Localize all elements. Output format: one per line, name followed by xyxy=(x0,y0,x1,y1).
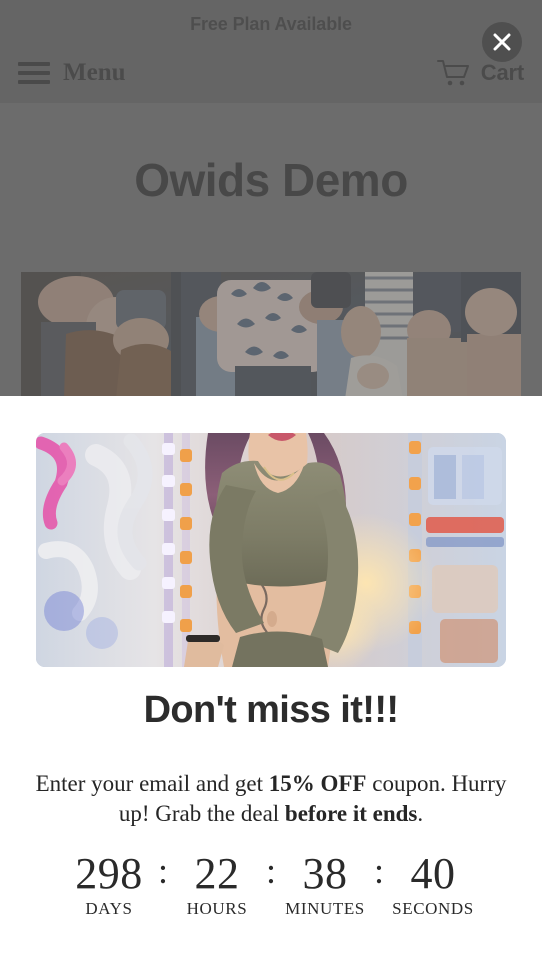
countdown-seconds: 40 SECONDS xyxy=(390,849,476,919)
popup-image xyxy=(36,433,506,667)
popup-urgency-text: before it ends xyxy=(284,801,418,827)
countdown-days-label: DAYS xyxy=(85,899,133,919)
countdown-days-value: 298 xyxy=(75,849,143,898)
countdown-separator-3: : xyxy=(374,851,385,891)
email-capture-popup: Don't miss it!!! Enter your email and ge… xyxy=(0,396,542,964)
countdown-timer: 298 DAYS : 22 HOURS : 38 MINUTES : 40 SE… xyxy=(0,849,542,919)
popup-subtext: Enter your email and get 15% OFF coupon.… xyxy=(30,769,512,830)
close-popup-button[interactable] xyxy=(482,22,522,62)
countdown-minutes-label: MINUTES xyxy=(285,899,365,919)
popup-subtext-part3: . xyxy=(417,801,424,827)
countdown-seconds-value: 40 xyxy=(410,849,456,898)
countdown-hours-label: HOURS xyxy=(186,899,248,919)
countdown-minutes-value: 38 xyxy=(302,849,348,898)
popup-subtext-part1: Enter your email and get xyxy=(35,771,269,796)
countdown-hours: 22 HOURS xyxy=(174,849,260,919)
dim-overlay[interactable] xyxy=(0,0,542,396)
countdown-seconds-label: SECONDS xyxy=(392,899,474,919)
countdown-days: 298 DAYS xyxy=(66,849,152,919)
close-x-icon xyxy=(493,33,511,51)
countdown-hours-value: 22 xyxy=(194,849,240,898)
popup-discount-amount: 15% OFF xyxy=(268,771,367,796)
countdown-separator-1: : xyxy=(157,851,168,891)
popup-heading: Don't miss it!!! xyxy=(143,689,399,731)
store-page-background: Free Plan Available Menu Cart xyxy=(0,0,542,396)
countdown-minutes: 38 MINUTES xyxy=(282,849,368,919)
countdown-separator-2: : xyxy=(265,851,276,891)
